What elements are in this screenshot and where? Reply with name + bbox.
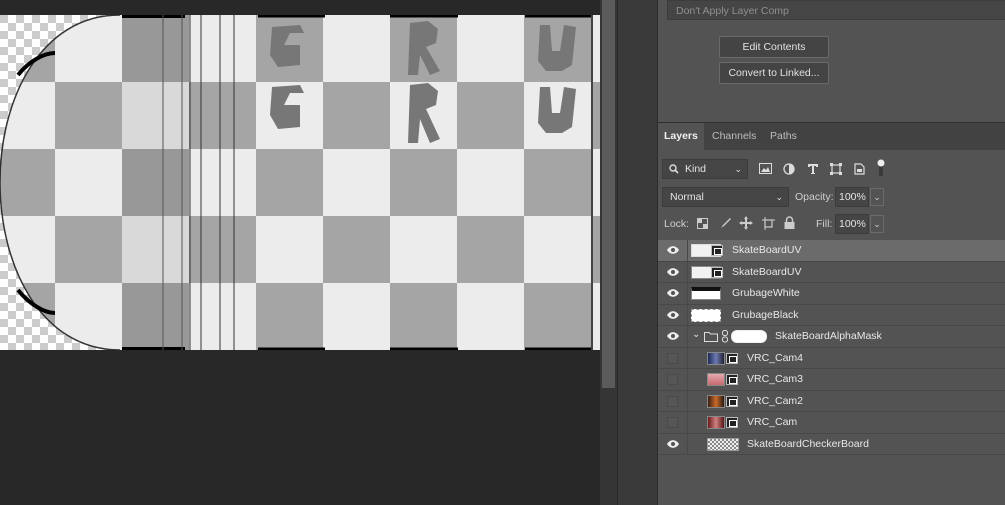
layer-name[interactable]: VRC_Cam: [747, 412, 797, 433]
lock-transparent-pixels-icon[interactable]: [697, 218, 708, 229]
eye-icon[interactable]: [666, 309, 680, 321]
smart-object-icon: [726, 374, 738, 385]
opacity-input[interactable]: 100%: [835, 187, 869, 207]
filter-toggle-icon[interactable]: [876, 159, 886, 177]
layer-name[interactable]: VRC_Cam3: [747, 369, 803, 390]
layer-mask-thumbnail[interactable]: [731, 330, 767, 343]
filter-kind-label: Kind: [685, 163, 707, 175]
chevron-down-icon: ⌄: [775, 192, 783, 202]
filter-pixel-icon[interactable]: [759, 163, 772, 174]
eye-icon[interactable]: [666, 287, 680, 299]
layer-name[interactable]: GrubageWhite: [732, 283, 800, 304]
fill-label: Fill:: [816, 218, 833, 230]
fill-input[interactable]: 100%: [835, 214, 869, 234]
layer-row[interactable]: SkateBoardUV: [658, 261, 1005, 283]
lock-artboard-icon[interactable]: [762, 217, 775, 230]
layer-thumbnail[interactable]: [707, 394, 725, 408]
edit-contents-button[interactable]: Edit Contents: [719, 36, 829, 58]
filter-shape-icon[interactable]: [830, 163, 842, 175]
layer-name[interactable]: GrubageBlack: [732, 305, 799, 326]
layer-row[interactable]: VRC_Cam: [658, 412, 1005, 434]
chevron-down-icon[interactable]: ⌄: [692, 329, 700, 340]
layer-row[interactable]: VRC_Cam2: [658, 390, 1005, 412]
eye-icon[interactable]: [666, 244, 680, 256]
layer-name[interactable]: SkateBoardUV: [732, 240, 801, 261]
blend-mode-value: Normal: [670, 191, 704, 203]
smart-object-icon: [711, 266, 723, 278]
layers-tab-bar: Layers Channels Paths: [658, 122, 1005, 150]
layer-name[interactable]: SkateBoardAlphaMask: [775, 326, 882, 347]
blend-mode-select[interactable]: Normal ⌄: [662, 187, 789, 207]
layer-group-row[interactable]: ⌄ SkateBoardAlphaMask: [658, 326, 1005, 348]
opacity-dropdown-button[interactable]: ⌄: [870, 188, 884, 206]
layer-row[interactable]: GrubageBlack: [658, 304, 1005, 326]
smart-object-icon: [726, 395, 738, 407]
layer-filter-kind-select[interactable]: Kind ⌄: [662, 159, 748, 179]
opacity-label: Opacity:: [795, 191, 834, 203]
chevron-down-icon: ⌄: [734, 164, 742, 174]
layer-comp-select[interactable]: Don't Apply Layer Comp: [667, 0, 1005, 20]
tab-paths[interactable]: Paths: [764, 123, 803, 150]
search-icon: [669, 164, 679, 174]
document-canvas[interactable]: [0, 15, 600, 350]
tab-layers[interactable]: Layers: [658, 123, 704, 150]
layer-row[interactable]: SkateBoardCheckerBoard: [658, 433, 1005, 455]
link-chain-icon[interactable]: [722, 330, 728, 343]
filter-smart-object-icon[interactable]: [853, 163, 865, 175]
lock-all-icon[interactable]: [784, 216, 795, 229]
layer-thumbnail[interactable]: [707, 373, 725, 386]
skateboard-checker-artwork: [0, 15, 600, 350]
properties-layers-panel: Don't Apply Layer Comp Edit Contents Con…: [657, 0, 1005, 505]
eye-icon[interactable]: [666, 438, 680, 450]
smart-object-icon: [711, 245, 723, 256]
layer-name[interactable]: SkateBoardCheckerBoard: [747, 434, 869, 455]
layer-name[interactable]: VRC_Cam2: [747, 391, 803, 412]
eye-icon[interactable]: [666, 266, 680, 278]
layer-thumbnail[interactable]: [707, 351, 725, 365]
eye-icon[interactable]: [666, 330, 680, 342]
layer-row[interactable]: GrubageWhite: [658, 283, 1005, 305]
filter-adjustment-icon[interactable]: [783, 163, 795, 175]
layer-thumbnail[interactable]: [707, 437, 739, 451]
lock-label: Lock:: [664, 218, 690, 230]
document-canvas-area[interactable]: [0, 0, 600, 505]
chevron-down-icon: ⌄: [873, 219, 881, 229]
chevron-down-icon: ⌄: [873, 192, 881, 202]
layer-thumbnail[interactable]: [691, 308, 721, 322]
lock-image-pixels-icon[interactable]: [719, 217, 731, 229]
smart-object-icon: [726, 352, 738, 364]
visibility-toggle-off[interactable]: [667, 395, 678, 407]
layer-row[interactable]: SkateBoardUV: [658, 240, 1005, 262]
scrollbar-thumb[interactable]: [602, 0, 615, 388]
layer-thumbnail[interactable]: [691, 287, 721, 300]
visibility-toggle-off[interactable]: [667, 417, 678, 428]
panel-dock-strip: [617, 0, 657, 505]
folder-icon: [704, 332, 718, 342]
layer-row[interactable]: VRC_Cam3: [658, 369, 1005, 391]
convert-to-linked-button[interactable]: Convert to Linked...: [719, 62, 829, 84]
tab-channels[interactable]: Channels: [706, 123, 762, 150]
filter-type-icon[interactable]: [807, 163, 819, 175]
lock-position-icon[interactable]: [739, 216, 753, 230]
visibility-toggle-off[interactable]: [667, 352, 678, 364]
layers-list: SkateBoardUV SkateBoardUV GrubageWhite G…: [658, 240, 1005, 455]
smart-object-icon: [726, 417, 738, 428]
fill-dropdown-button[interactable]: ⌄: [870, 215, 884, 233]
layer-thumbnail[interactable]: [707, 416, 725, 429]
layer-name[interactable]: VRC_Cam4: [747, 348, 803, 369]
layer-row[interactable]: VRC_Cam4: [658, 347, 1005, 369]
visibility-toggle-off[interactable]: [667, 374, 678, 385]
layer-name[interactable]: SkateBoardUV: [732, 262, 801, 283]
